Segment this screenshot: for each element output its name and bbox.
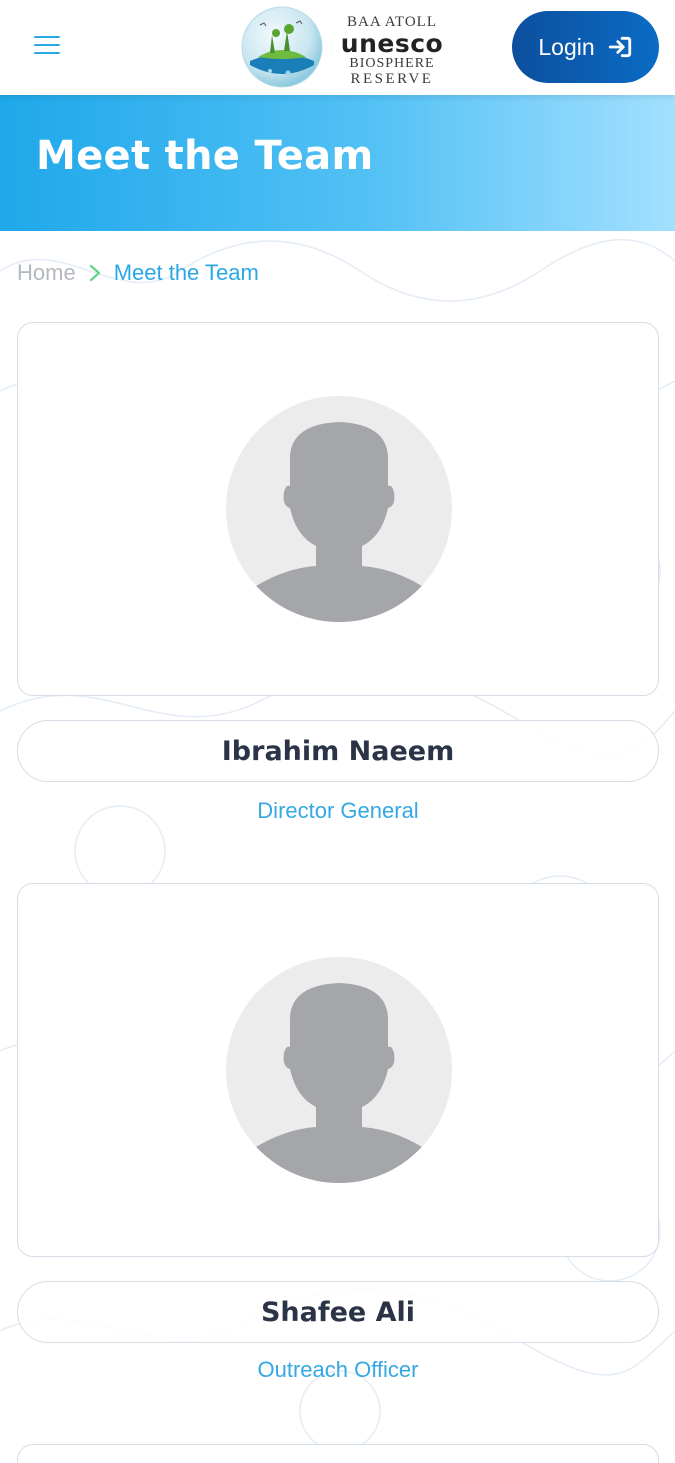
member-name: Shafee Ali (260, 1296, 416, 1328)
member-photo-card[interactable] (17, 883, 659, 1257)
logo-line-2: unesco (340, 29, 444, 58)
logo-line-3: BIOSPHERE (349, 56, 435, 71)
member-name-pill: Ibrahim Naeem (17, 720, 659, 782)
member-role: Outreach Officer (257, 1357, 419, 1382)
placeholder-avatar-icon (226, 396, 452, 622)
member-photo-card[interactable] (17, 1444, 659, 1463)
page-title-banner: Meet the Team (0, 95, 675, 231)
chevron-right-icon (89, 264, 100, 282)
top-navigation-bar: BAA ATOLL unesco BIOSPHERE RESERVE Login (0, 0, 675, 95)
member-role: Director General (257, 798, 419, 823)
baa-atoll-unesco-logo[interactable]: BAA ATOLL unesco BIOSPHERE RESERVE (240, 5, 450, 91)
breadcrumb: Home Meet the Team (17, 258, 259, 288)
breadcrumb-current: Meet the Team (113, 260, 259, 285)
biosphere-globe-logo-icon (241, 6, 323, 88)
logo-text: BAA ATOLL unesco BIOSPHERE RESERVE (336, 15, 448, 87)
login-button-label: Login (538, 33, 595, 60)
member-photo-card[interactable] (17, 322, 659, 696)
page-title: Meet the Team (36, 133, 374, 179)
member-name: Ibrahim Naeem (221, 735, 455, 767)
member-name-pill: Shafee Ali (17, 1281, 659, 1343)
hamburger-menu-icon[interactable] (30, 30, 66, 62)
sign-in-arrow-icon (608, 36, 631, 58)
login-button[interactable]: Login (512, 11, 659, 83)
logo-line-4: RESERVE (350, 71, 434, 87)
breadcrumb-home-link[interactable]: Home (17, 260, 76, 286)
logo-line-1: BAA ATOLL (347, 14, 437, 30)
placeholder-avatar-icon (226, 957, 452, 1183)
